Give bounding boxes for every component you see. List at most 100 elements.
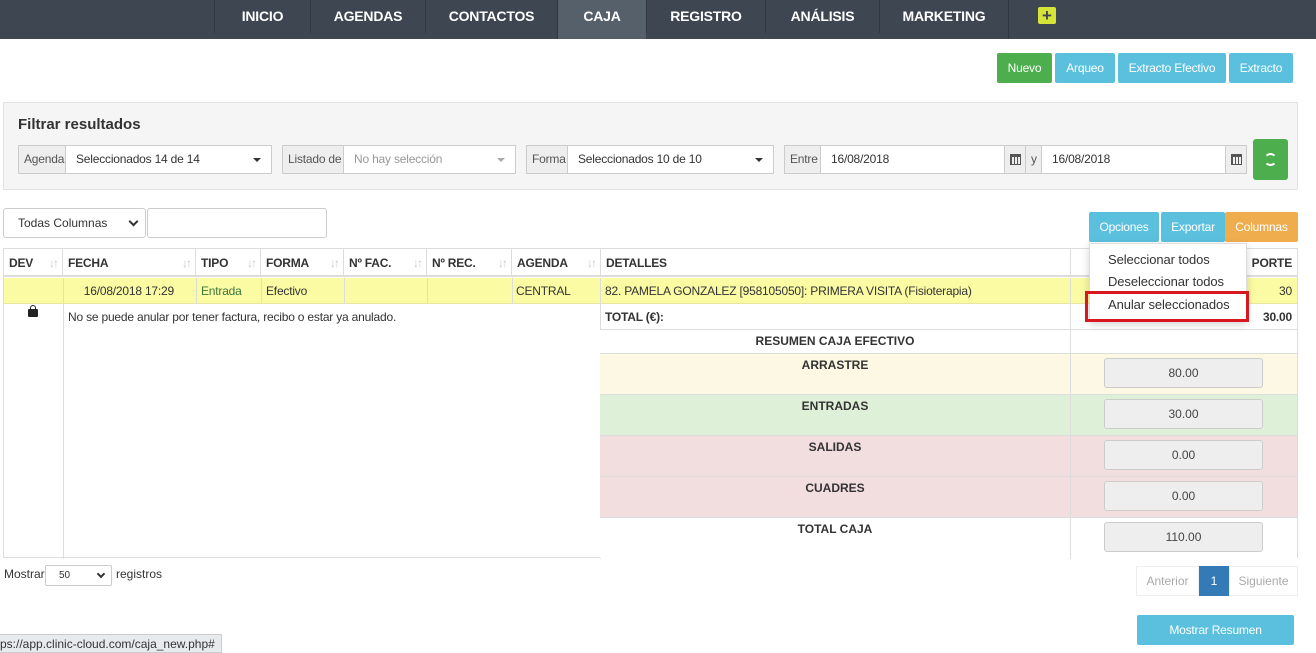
chevron-down-icon	[128, 216, 139, 227]
caret-down-icon	[253, 158, 261, 162]
page-length-select[interactable]: 50	[45, 565, 112, 586]
mostrar-resumen-button[interactable]: Mostrar Resumen	[1137, 615, 1294, 645]
column-header-tipo[interactable]: TIPO ↓↑	[196, 249, 261, 277]
resumen-row-salidas: SALIDAS 0.00	[600, 436, 1297, 476]
opciones-button[interactable]: Opciones	[1089, 212, 1159, 242]
column-divider	[1070, 330, 1071, 558]
column-header-detalles[interactable]: DETALLES	[601, 249, 1071, 277]
calendar-to-button[interactable]	[1225, 145, 1247, 174]
calendar-icon	[1010, 154, 1021, 165]
columnas-button[interactable]: Columnas	[1225, 212, 1298, 242]
entre-label: Entre	[784, 145, 821, 174]
nav-agendas[interactable]: AGENDAS	[310, 0, 425, 33]
forma-label: Forma	[526, 145, 568, 174]
column-divider	[261, 278, 262, 304]
agenda-label: Agenda	[18, 145, 66, 174]
nav-analisis[interactable]: ANÁLISIS	[765, 0, 879, 33]
refresh-icon	[1264, 153, 1277, 166]
listado-label: Listado de	[282, 145, 344, 174]
arrastre-label: ARRASTRE	[801, 358, 869, 372]
lock-icon	[28, 305, 38, 317]
columns-filter-value: Todas Columnas	[18, 216, 108, 230]
column-divider	[196, 278, 197, 304]
search-input[interactable]	[147, 208, 327, 238]
calendar-from-button[interactable]	[1004, 145, 1026, 174]
column-header-agenda[interactable]: AGENDA ↓↑	[512, 249, 601, 277]
pager-anterior[interactable]: Anterior	[1136, 566, 1199, 596]
salidas-label: SALIDAS	[808, 440, 862, 454]
column-divider	[63, 278, 64, 559]
salidas-value: 0.00	[1104, 440, 1263, 470]
extracto-efectivo-button[interactable]: Extracto Efectivo	[1118, 53, 1226, 83]
resumen-header: RESUMEN CAJA EFECTIVO	[600, 330, 1297, 353]
y-label: y	[1025, 145, 1042, 174]
cell-agenda: CENTRAL	[516, 284, 571, 298]
total-label: TOTAL (€):	[605, 310, 664, 324]
cuadres-label: CUADRES	[805, 481, 865, 495]
menu-item-seleccionar-todos[interactable]: Seleccionar todos	[1108, 252, 1210, 267]
pager-page-1[interactable]: 1	[1199, 566, 1229, 596]
sort-icon: ↓↑	[49, 256, 59, 270]
mostrar-label: Mostrar	[4, 567, 45, 581]
extracto-button[interactable]: Extracto	[1229, 53, 1293, 83]
lock-note: No se puede anular por tener factura, re…	[68, 310, 397, 324]
resumen-row-cuadres: CUADRES 0.00	[600, 477, 1297, 517]
page-length-value: 50	[59, 570, 71, 581]
column-header-nrec[interactable]: Nº REC. ↓↑	[427, 249, 512, 277]
top-navigation: INICIO AGENDAS CONTACTOS CAJA REGISTRO A…	[0, 0, 1316, 39]
sort-icon: ↓↑	[587, 256, 597, 270]
agenda-select[interactable]: Seleccionados 14 de 14	[65, 145, 272, 174]
calendar-icon	[1231, 154, 1242, 165]
highlight-box	[1085, 291, 1249, 322]
column-header-dev[interactable]: DEV ↓↑	[4, 249, 63, 277]
arqueo-button[interactable]: Arqueo	[1055, 53, 1115, 83]
forma-select[interactable]: Seleccionados 10 de 10	[567, 145, 774, 174]
registros-label: registros	[116, 567, 163, 581]
forma-select-value: Seleccionados 10 de 10	[578, 152, 702, 166]
listado-select[interactable]: No hay selección	[343, 145, 516, 174]
filter-title: Filtrar resultados	[18, 116, 141, 133]
column-header-forma[interactable]: FORMA ↓↑	[261, 249, 344, 277]
sort-icon: ↓↑	[413, 256, 423, 270]
caret-down-icon	[497, 158, 505, 162]
sort-icon: ↓↑	[498, 256, 508, 270]
column-header-fecha[interactable]: FECHA ↓↑	[63, 249, 196, 277]
exportar-button[interactable]: Exportar	[1161, 212, 1225, 242]
cell-fecha: 16/08/2018 17:29	[83, 284, 174, 298]
column-header-nfac[interactable]: Nº FAC. ↓↑	[344, 249, 427, 277]
entradas-label: ENTRADAS	[801, 399, 869, 413]
entradas-value: 30.00	[1104, 399, 1263, 429]
total-caja-value: 110.00	[1104, 522, 1263, 552]
sort-icon: ↓↑	[247, 256, 257, 270]
status-bar-url: ps://app.clinic-cloud.com/caja_new.php#	[0, 634, 222, 653]
pager-siguiente[interactable]: Siguiente	[1229, 566, 1298, 596]
nuevo-button[interactable]: Nuevo	[997, 53, 1052, 83]
chevron-down-icon	[96, 569, 106, 579]
resumen-title: RESUMEN CAJA EFECTIVO	[755, 334, 915, 348]
agenda-select-value: Seleccionados 14 de 14	[76, 152, 200, 166]
nav-inicio[interactable]: INICIO	[214, 0, 310, 33]
sort-icon: ↓↑	[182, 256, 192, 270]
date-to-input[interactable]: 16/08/2018	[1041, 145, 1226, 174]
nav-marketing[interactable]: MARKETING	[879, 0, 1008, 33]
resumen-row-total-caja: TOTAL CAJA 110.00	[600, 518, 1297, 558]
menu-item-deseleccionar-todos[interactable]: Deseleccionar todos	[1108, 274, 1224, 289]
nav-contactos[interactable]: CONTACTOS	[425, 0, 557, 33]
total-caja-label: TOTAL CAJA	[797, 522, 873, 536]
cell-detalles: 82. PAMELA GONZALEZ [958105050]: PRIMERA…	[605, 284, 972, 298]
nav-registro[interactable]: REGISTRO	[646, 0, 765, 33]
cell-tipo: Entrada	[201, 284, 242, 298]
resumen-row-arrastre: ARRASTRE 80.00	[600, 354, 1297, 394]
refresh-button[interactable]	[1253, 139, 1288, 180]
nav-caja[interactable]: CAJA	[557, 0, 646, 39]
column-divider	[427, 278, 428, 304]
column-divider	[512, 278, 513, 304]
sort-icon: ↓↑	[330, 256, 340, 270]
cuadres-value: 0.00	[1104, 481, 1263, 511]
column-divider	[344, 278, 345, 304]
columns-filter-select[interactable]: Todas Columnas	[3, 208, 146, 238]
plus-icon[interactable]: +	[1038, 7, 1056, 24]
resumen-row-entradas: ENTRADAS 30.00	[600, 395, 1297, 435]
cell-forma: Efectivo	[266, 284, 308, 298]
date-from-input[interactable]: 16/08/2018	[820, 145, 1005, 174]
